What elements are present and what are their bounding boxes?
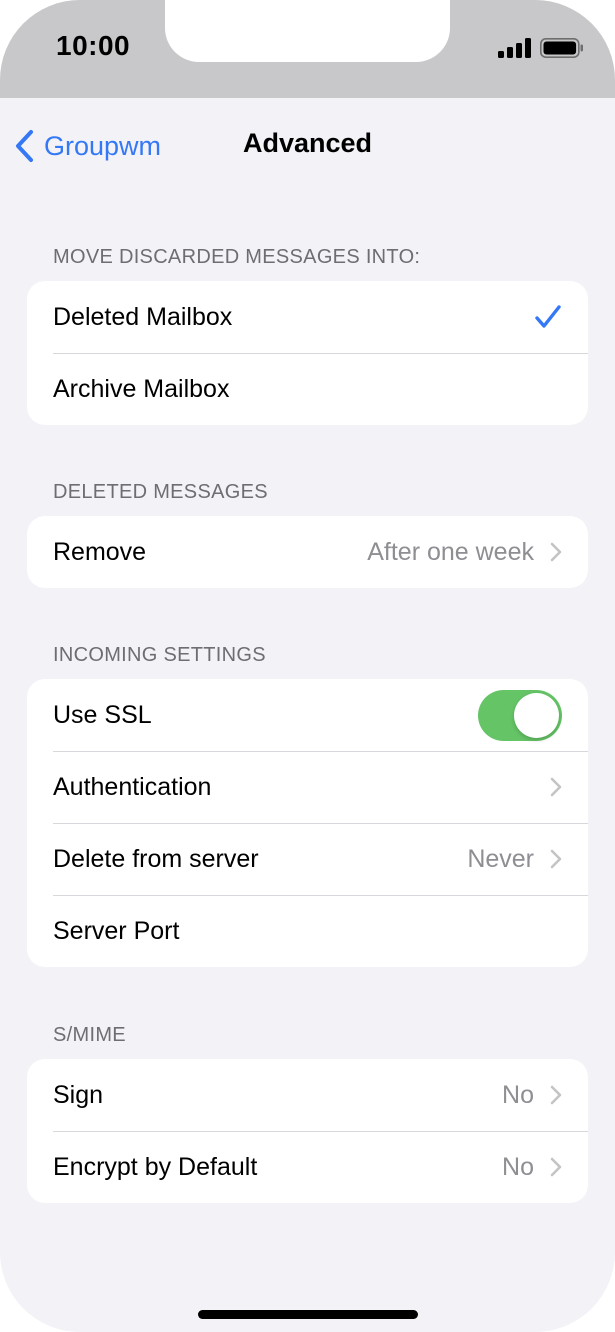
use-ssl-toggle[interactable]: [478, 689, 562, 741]
home-indicator[interactable]: [198, 1310, 418, 1319]
use-ssl-row: Use SSL: [27, 679, 588, 751]
archive-mailbox-label: Archive Mailbox: [53, 374, 230, 403]
remove-value: After one week: [367, 537, 534, 566]
chevron-right-icon: [550, 1085, 562, 1105]
status-time: 10:00: [56, 30, 131, 61]
section-header-incoming: INCOMING SETTINGS: [53, 644, 266, 666]
encrypt-by-default-label: Encrypt by Default: [53, 1152, 258, 1181]
signal-icon: [498, 38, 531, 58]
phone-screen: 10:00 Groupwm Advanced MOVE DISCARDED ME…: [0, 0, 615, 1332]
delete-from-server-label: Delete from server: [53, 844, 259, 873]
section-header-discarded: MOVE DISCARDED MESSAGES INTO:: [53, 246, 421, 268]
archive-mailbox-row[interactable]: Archive Mailbox: [27, 353, 588, 425]
incoming-settings-group: Use SSL Authentication Delete from serve…: [27, 679, 588, 967]
encrypt-by-default-row[interactable]: Encrypt by Default No: [27, 1131, 588, 1203]
sign-label: Sign: [53, 1080, 104, 1109]
toggle-knob: [514, 692, 559, 738]
authentication-row[interactable]: Authentication: [27, 751, 588, 823]
sign-value: No: [502, 1080, 534, 1109]
delete-from-server-row[interactable]: Delete from server Never: [27, 823, 588, 895]
section-header-smime: S/MIME: [53, 1024, 126, 1046]
chevron-right-icon: [550, 849, 562, 869]
chevron-right-icon: [550, 777, 562, 797]
server-port-label: Server Port: [53, 916, 180, 945]
discarded-mailbox-group: Deleted Mailbox Archive Mailbox: [27, 281, 588, 425]
remove-row[interactable]: Remove After one week: [27, 516, 588, 588]
checkmark-icon: [535, 305, 561, 328]
smime-group: Sign No Encrypt by Default No: [27, 1059, 588, 1203]
page-title: Advanced: [242, 128, 373, 158]
section-header-deleted-messages: DELETED MESSAGES: [53, 481, 268, 503]
deleted-mailbox-label: Deleted Mailbox: [53, 302, 233, 331]
deleted-mailbox-row[interactable]: Deleted Mailbox: [27, 281, 588, 353]
use-ssl-label: Use SSL: [53, 700, 152, 729]
notch: [165, 0, 450, 62]
sign-row[interactable]: Sign No: [27, 1059, 588, 1131]
authentication-label: Authentication: [53, 772, 212, 801]
navigation-bar: Groupwm Advanced: [0, 98, 615, 194]
chevron-right-icon: [550, 1157, 562, 1177]
delete-from-server-value: Never: [467, 844, 534, 873]
deleted-messages-group: Remove After one week: [27, 516, 588, 588]
remove-label: Remove: [53, 537, 147, 566]
status-bar: 10:00: [0, 0, 615, 98]
battery-icon: [540, 38, 583, 58]
encrypt-by-default-value: No: [502, 1152, 534, 1181]
chevron-right-icon: [550, 542, 562, 562]
server-port-row[interactable]: Server Port: [27, 895, 588, 967]
